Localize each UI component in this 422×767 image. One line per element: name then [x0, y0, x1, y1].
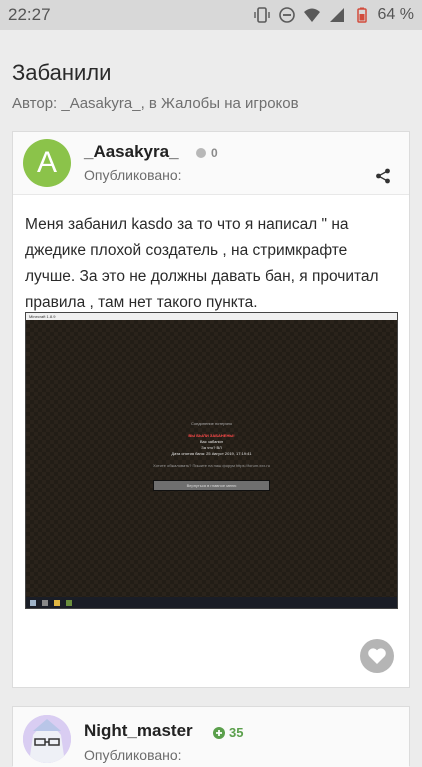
topic-byline[interactable]: Автор: _Aasakyra_, в Жалобы на игроков	[12, 95, 410, 112]
published-label: Опубликовано:	[84, 747, 182, 763]
published-label: Опубликовано:	[84, 167, 182, 183]
screenshot-window-title: Minecraft 1.8.9	[26, 313, 397, 320]
mc-message-line: Дата снятия бана: 25 Август 2019, 17:19:…	[171, 451, 252, 456]
mc-message-line: Соединение потеряно	[190, 421, 233, 426]
status-bar: 22:27 64 %	[0, 0, 422, 30]
mc-message-line: Хотите обжаловать? Пишите на наш форум h…	[153, 463, 270, 468]
post-author[interactable]: Night_master	[84, 721, 193, 741]
anime-avatar-image	[23, 715, 71, 763]
windows-taskbar	[26, 597, 397, 608]
signal-icon	[329, 8, 344, 22]
avatar[interactable]: A	[23, 139, 71, 187]
battery-icon	[356, 7, 367, 23]
search-icon	[42, 599, 48, 606]
folder-icon	[54, 599, 60, 606]
reputation-dot-icon	[196, 148, 206, 158]
heart-icon	[368, 648, 386, 664]
post-header: Night_master 35 Опубликовано:	[13, 707, 409, 767]
page-title: Забанили	[12, 60, 112, 85]
reputation-badge: 35	[213, 725, 243, 740]
mc-back-button: Вернуться в главное меню	[153, 480, 270, 491]
wifi-icon	[303, 8, 320, 22]
like-button[interactable]	[360, 639, 394, 673]
minecraft-dirt-background: Соединение потеряно ВЫ БЫЛИ ЗАБАНЕНЫ! Ва…	[26, 320, 397, 597]
post-card: Night_master 35 Опубликовано:	[12, 706, 410, 767]
post-body-text: Меня забанил kasdo за то что я написал "…	[25, 216, 379, 311]
battery-percentage: 64 %	[377, 6, 414, 23]
reputation-count: 35	[229, 725, 244, 740]
post-author[interactable]: _Aasakyra_	[84, 142, 179, 162]
minecraft-icon	[66, 599, 72, 606]
topic-header: Забанили Автор: _Aasakyra_, в Жалобы на …	[0, 30, 422, 112]
status-time: 22:27	[8, 5, 51, 24]
plus-icon	[213, 726, 225, 739]
reputation-badge: 0	[196, 146, 218, 160]
reputation-count: 0	[211, 146, 218, 160]
windows-start-icon	[30, 599, 36, 606]
do-not-disturb-icon	[278, 7, 295, 23]
post-card: A _Aasakyra_ 0 Опубликовано: Меня забани…	[12, 131, 410, 688]
attached-screenshot[interactable]: Minecraft 1.8.9 Соединение потеряно ВЫ Б…	[25, 312, 398, 609]
avatar[interactable]	[23, 715, 71, 763]
share-icon[interactable]	[375, 168, 391, 184]
post-header: A _Aasakyra_ 0 Опубликовано:	[13, 132, 409, 195]
vibrate-icon	[253, 7, 270, 23]
